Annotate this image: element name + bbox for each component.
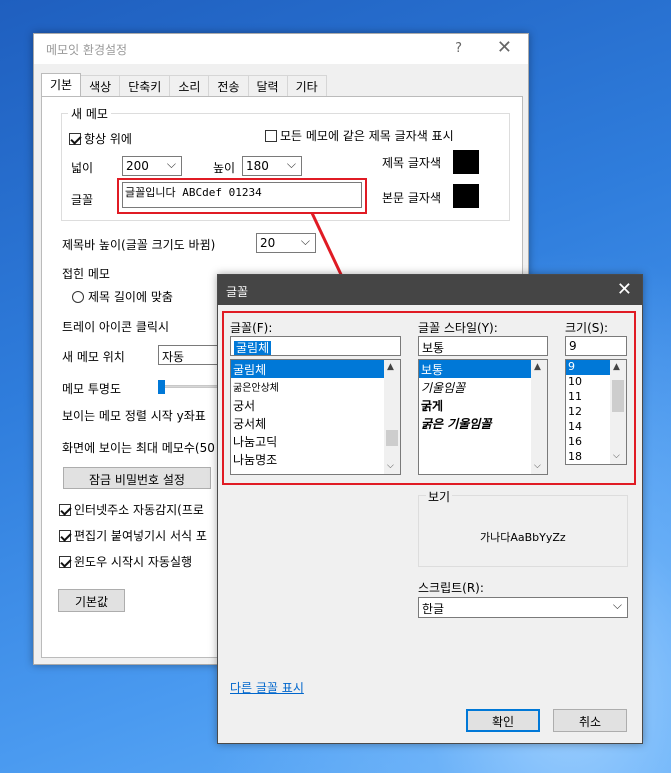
scroll-down-icon[interactable]: ⌵ — [613, 451, 620, 461]
tab-strip: 기본 색상 단축키 소리 전송 달력 기타 — [41, 73, 327, 96]
title-color-swatch[interactable] — [453, 150, 479, 174]
width-label: 넓이 — [71, 161, 94, 175]
scroll-thumb[interactable] — [386, 430, 398, 446]
close-icon[interactable]: ✕ — [617, 279, 632, 300]
chevron-down-icon: ⌵ — [166, 157, 176, 171]
tab-basic[interactable]: 기본 — [41, 73, 82, 96]
scroll-down-icon[interactable]: ⌵ — [534, 461, 541, 471]
memo-opacity-slider-thumb[interactable] — [158, 380, 165, 394]
title-color-label: 제목 글자색 — [382, 156, 442, 170]
list-item[interactable]: 굵게 — [419, 396, 547, 414]
default-button[interactable]: 기본값 — [58, 589, 125, 612]
folded-memo-label: 접힌 메모 — [62, 267, 110, 281]
list-item[interactable]: 굴림체 — [231, 360, 400, 378]
scroll-thumb[interactable] — [612, 380, 624, 412]
new-memo-group-legend: 새 메모 — [68, 105, 111, 122]
window-title: 메모잇 환경설정 — [46, 42, 128, 57]
list-item[interactable]: 굵은 기울임꼴 — [419, 414, 547, 432]
list-item[interactable]: 궁서체 — [231, 414, 400, 432]
body-color-label: 본문 글자색 — [382, 191, 442, 205]
tab-send[interactable]: 전송 — [208, 75, 249, 96]
font-name-label: 글꼴(F): — [230, 321, 273, 335]
script-label: 스크립트(R): — [418, 581, 484, 595]
font-list-scrollbar[interactable]: ▲ ⌵ — [384, 360, 400, 474]
font-dialog-title: 글꼴 — [226, 285, 249, 299]
auto-detect-url-checkbox[interactable]: 인터넷주소 자동감지(프로 — [59, 501, 204, 518]
memo-opacity-label: 메모 투명도 — [62, 382, 122, 396]
ok-button[interactable]: 확인 — [466, 709, 540, 732]
font-size-input[interactable]: 9 — [565, 336, 627, 356]
size-list-scrollbar[interactable]: ▲ ⌵ — [610, 360, 626, 464]
script-combo[interactable]: 한글 ⌵ — [418, 597, 628, 618]
body-color-swatch[interactable] — [453, 184, 479, 208]
font-dialog: 글꼴 ✕ 글꼴(F): 굴림체 굴림체 굶은안상체 궁서 궁서체 나눔고딕 나눔… — [217, 274, 643, 744]
font-dialog-titlebar: 글꼴 ✕ — [218, 275, 642, 305]
autostart-checkbox[interactable]: 윈도우 시작시 자동실행 — [59, 553, 192, 570]
settings-titlebar: 메모잇 환경설정 ? ✕ — [34, 34, 528, 64]
scroll-up-icon[interactable]: ▲ — [387, 362, 394, 372]
font-name-input[interactable]: 굴림체 — [230, 336, 401, 356]
lock-password-button[interactable]: 잠금 비밀번호 설정 — [63, 467, 211, 489]
scroll-up-icon[interactable]: ▲ — [613, 362, 620, 372]
tab-color[interactable]: 색상 — [80, 75, 121, 96]
chevron-down-icon: ⌵ — [612, 598, 622, 612]
font-style-list[interactable]: 보통 기울임꼴 굵게 굵은 기울임꼴 ▲ ⌵ — [418, 359, 548, 475]
tab-etc[interactable]: 기타 — [286, 75, 327, 96]
font-name-list[interactable]: 굴림체 굶은안상체 궁서 궁서체 나눔고딕 나눔명조 ▲ ⌵ — [230, 359, 401, 475]
scroll-down-icon[interactable]: ⌵ — [387, 461, 394, 471]
max-visible-label: 화면에 보이는 최대 메모수(50 — [62, 441, 215, 455]
font-style-input[interactable]: 보통 — [418, 336, 548, 356]
fit-title-length-radio[interactable]: 제목 길이에 맞춤 — [72, 288, 173, 305]
style-list-scrollbar[interactable]: ▲ ⌵ — [531, 360, 547, 474]
more-fonts-link[interactable]: 다른 글꼴 표시 — [230, 679, 304, 696]
height-combo[interactable]: 180 ⌵ — [242, 156, 302, 176]
tab-sound[interactable]: 소리 — [169, 75, 210, 96]
always-on-top-checkbox[interactable]: 항상 위에 — [69, 130, 132, 147]
checkbox-checked-icon — [59, 556, 71, 568]
help-button[interactable]: ? — [455, 41, 462, 56]
list-item[interactable]: 보통 — [419, 360, 547, 378]
list-item[interactable]: 기울임꼴 — [419, 378, 547, 396]
checkbox-checked-icon — [59, 530, 71, 542]
height-label: 높이 — [213, 161, 236, 175]
visible-align-label: 보이는 메모 정렬 시작 y좌표 — [62, 409, 206, 423]
font-style-label: 글꼴 스타일(Y): — [418, 321, 498, 335]
tab-shortcut[interactable]: 단축키 — [119, 75, 171, 96]
tab-calendar[interactable]: 달력 — [247, 75, 288, 96]
tray-click-label: 트레이 아이콘 클릭시 — [62, 320, 169, 334]
checkbox-checked-icon — [69, 133, 81, 145]
paste-format-checkbox[interactable]: 편집기 붙여넣기시 서식 포 — [59, 527, 207, 544]
font-size-list[interactable]: 9 10 11 12 14 16 18 ▲ ⌵ — [565, 359, 627, 465]
list-item[interactable]: 나눔명조 — [231, 450, 400, 468]
radio-icon — [72, 291, 84, 303]
preview-text: 가나다AaBbYyZz — [480, 531, 566, 544]
list-item[interactable]: 궁서 — [231, 396, 400, 414]
width-combo[interactable]: 200 ⌵ — [122, 156, 182, 176]
scroll-up-icon[interactable]: ▲ — [534, 362, 541, 372]
new-memo-position-label: 새 메모 위치 — [62, 350, 125, 364]
same-title-color-checkbox[interactable]: 모든 메모에 같은 제목 글자색 표시 — [265, 127, 454, 144]
list-item[interactable]: 굶은안상체 — [231, 378, 400, 396]
list-item[interactable]: 나눔고딕 — [231, 432, 400, 450]
preview-label: 보기 — [426, 488, 453, 505]
checkbox-unchecked-icon — [265, 130, 277, 142]
chevron-down-icon: ⌵ — [286, 157, 296, 171]
font-label: 글꼴 — [71, 193, 94, 207]
font-size-label: 크기(S): — [565, 321, 609, 335]
titlebar-height-label: 제목바 높이(글꼴 크기도 바뀜) — [62, 238, 216, 252]
checkbox-checked-icon — [59, 504, 71, 516]
cancel-button[interactable]: 취소 — [553, 709, 627, 732]
close-icon[interactable]: ✕ — [497, 37, 512, 58]
